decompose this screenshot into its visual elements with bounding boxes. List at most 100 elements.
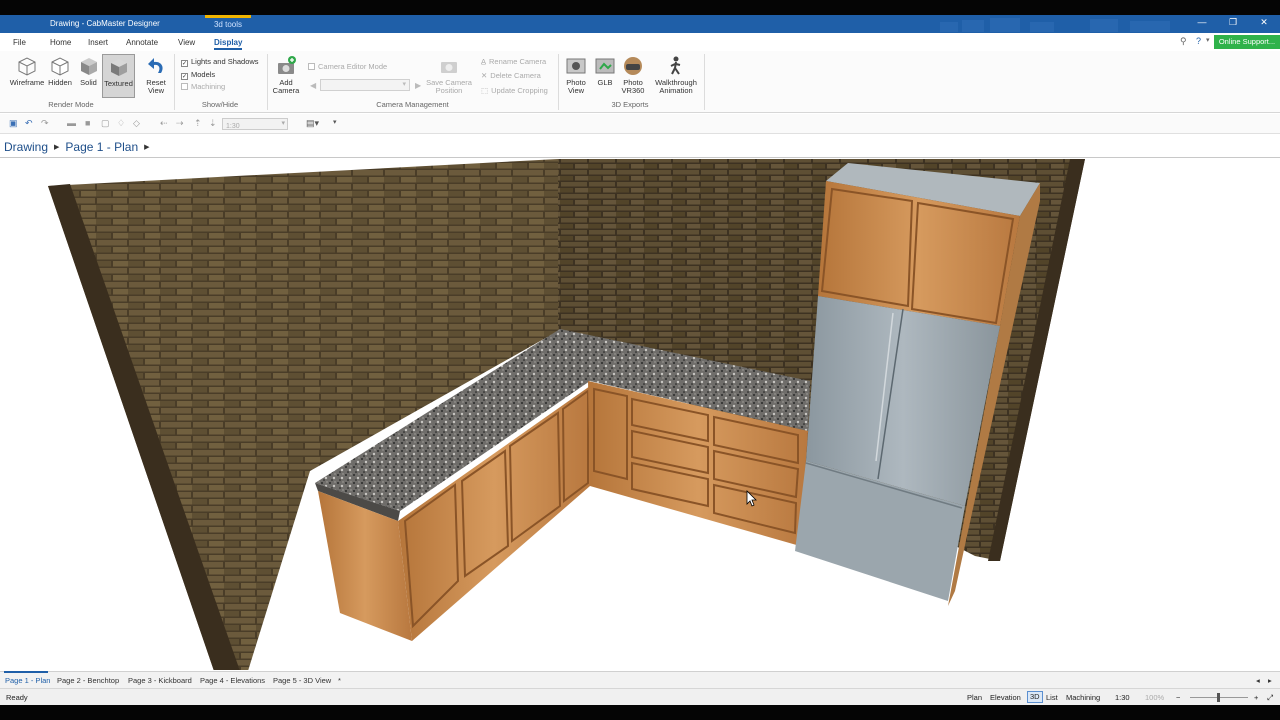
lights-shadows-label: Lights and Shadows [191,57,259,66]
undo-icon[interactable]: ↶ [25,118,33,129]
contextual-tab-3d-tools[interactable]: 3d tools [205,15,251,33]
tab-page-2-benchtop[interactable]: Page 2 - Benchtop [57,676,119,685]
bottom-letterbox [0,705,1280,720]
arrow-down-icon[interactable]: ⇣ [209,118,217,129]
block-icon[interactable]: ■ [85,118,90,128]
help-icon[interactable]: ? [1196,36,1201,46]
view-3d-button[interactable]: 3D [1027,691,1043,703]
photo-vr360-button[interactable]: Photo VR360 [620,55,646,99]
kitchen-3d-render[interactable] [0,158,1280,670]
feedback-icon[interactable]: ⚲ [1180,36,1187,47]
chevron-down-icon: ▾ [281,120,285,127]
previous-camera-icon[interactable]: ◀ [310,81,316,90]
menu-file[interactable]: File [13,38,26,47]
walkthrough-animation-button[interactable]: Walkthrough Animation [651,55,701,99]
target-icon[interactable]: ◇ [133,118,140,129]
copy-icon[interactable]: ▢ [101,118,110,129]
reset-view-label-2: View [147,86,165,95]
photo-view-button[interactable]: Photo View [563,55,589,99]
tab-page-3-kickboard[interactable]: Page 3 - Kickboard [128,676,192,685]
undo-arrow-icon [148,58,163,73]
menu-annotate[interactable]: Annotate [126,38,158,47]
textured-cube-icon [110,59,127,76]
ribbon-divider [267,54,268,110]
3d-viewport[interactable] [0,157,1280,670]
fit-view-icon[interactable]: ⤢ [1267,693,1273,703]
menu-home[interactable]: Home [50,38,71,47]
photo-vr-label-2: VR360 [621,86,645,95]
checkbox-unchecked-icon [181,83,188,90]
solid-button[interactable]: Solid [76,55,101,95]
scroll-right-icon[interactable]: ▸ [1268,676,1272,685]
scale-combo-value: 1:30 [226,123,240,130]
tab-page-5-3d-view[interactable]: Page 5 - 3D View [273,676,331,685]
update-cropping-button[interactable]: ⬚ Update Cropping [481,86,548,95]
arrow-up-icon[interactable]: ⇡ [194,118,202,129]
status-scale: 1:30 [1115,693,1130,702]
zoom-in-icon[interactable]: + [1254,693,1258,702]
online-support-button[interactable]: Online Support... [1214,35,1280,49]
arrow-right-icon[interactable]: ⇢ [176,118,184,129]
machining-checkbox[interactable]: Machining [181,82,225,91]
menu-display[interactable]: Display [214,38,243,50]
glb-icon [595,58,615,74]
delete-camera-button[interactable]: ✕ Delete Camera [481,71,541,80]
document-icon[interactable]: ▤▾ [306,118,319,129]
view-elevation-button[interactable]: Elevation [990,693,1021,702]
close-button[interactable]: ✕ [1254,17,1274,31]
photo-icon [566,58,586,74]
render-mode-group-label: Render Mode [48,100,94,109]
layer-icon[interactable]: ▬ [67,118,76,128]
minimize-button[interactable]: — [1192,17,1212,31]
vr-headset-icon [624,57,642,75]
maximize-button[interactable]: ❐ [1223,17,1243,31]
ribbon-divider [704,54,705,110]
3d-exports-group-label: 3D Exports [611,100,649,109]
delete-camera-label: Delete Camera [490,71,541,80]
breadcrumb-page[interactable]: Page 1 - Plan [65,140,138,154]
rename-icon: A̲ [481,57,487,66]
next-camera-icon[interactable]: ▶ [415,81,421,90]
light-icon[interactable]: ♢ [117,118,125,129]
ribbon-divider [558,54,559,110]
add-page-tab[interactable]: * [338,676,341,685]
breadcrumb-arrow-icon[interactable]: ▶ [144,144,149,151]
view-list-button[interactable]: List [1046,693,1058,702]
checkbox-unchecked-icon [308,63,315,70]
quick-access-toolbar: ▣ ↶ ↷ ▬ ■ ▢ ♢ ◇ ⇠ ⇢ ⇡ ⇣ 1:30 ▾ ▤▾ ▾ [0,114,1280,134]
hidden-label: Hidden [48,78,72,87]
menu-insert[interactable]: Insert [88,38,108,47]
scroll-left-icon[interactable]: ◂ [1256,676,1260,685]
models-checkbox[interactable]: ✓ Models [181,70,215,80]
zoom-out-icon[interactable]: − [1176,693,1180,702]
customize-toolbar-icon[interactable]: ▾ [333,118,337,126]
camera-editor-mode-checkbox[interactable]: Camera Editor Mode [308,62,387,71]
save-camera-position-button[interactable]: Save Camera Position [424,55,474,99]
breadcrumb-arrow-icon[interactable]: ▶ [54,144,59,151]
add-camera-label-2: Camera [272,86,300,95]
hidden-button[interactable]: Hidden [46,55,74,95]
chevron-down-icon[interactable]: ▾ [1206,36,1210,44]
breadcrumb-drawing[interactable]: Drawing [4,140,48,154]
view-machining-button[interactable]: Machining [1066,693,1100,702]
hidden-cube-icon [51,57,69,76]
textured-button[interactable]: Textured [102,54,135,98]
redo-icon[interactable]: ↷ [41,118,49,129]
rename-camera-button[interactable]: A̲ Rename Camera [481,57,546,66]
scale-combo[interactable]: 1:30 ▾ [222,118,288,130]
add-camera-button[interactable]: Add Camera [270,55,302,99]
tab-page-1-plan[interactable]: Page 1 - Plan [5,676,50,685]
wireframe-button[interactable]: Wireframe [8,55,46,95]
camera-select[interactable]: ▾ [320,79,410,91]
reset-view-button[interactable]: Reset View [142,55,170,99]
save-icon[interactable]: ▣ [9,118,18,129]
tab-page-4-elevations[interactable]: Page 4 - Elevations [200,676,265,685]
lights-shadows-checkbox[interactable]: ✓ Lights and Shadows [181,57,259,67]
view-plan-button[interactable]: Plan [967,693,982,702]
active-tab-indicator [4,671,48,673]
arrow-left-icon[interactable]: ⇠ [160,118,168,129]
zoom-slider-thumb[interactable] [1217,693,1220,702]
menu-view[interactable]: View [178,38,195,47]
glb-export-button[interactable]: GLB [592,55,618,99]
app-window: Drawing - CabMaster Designer 3d tools — … [0,0,1280,720]
